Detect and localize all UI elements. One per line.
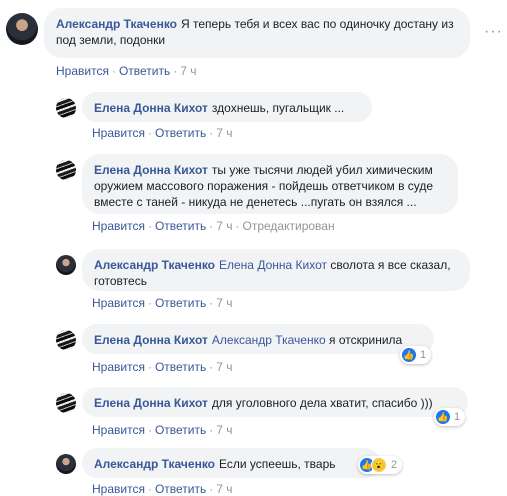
comment-bubble: Елена Донна Кихот Александр Ткаченко я от… (82, 324, 434, 354)
like-link[interactable]: Нравится (92, 482, 145, 496)
comment-timestamp[interactable]: 7 ч (216, 219, 232, 233)
reaction-count: 2 (391, 459, 398, 471)
comment-bubble: Александр Ткаченко Я теперь тебя и всех в… (44, 8, 470, 58)
comment-text: я отскринила (328, 333, 403, 347)
comment-actions: Нравится · Ответить · 7 ч (56, 64, 197, 78)
comment-author[interactable]: Елена Донна Кихот (94, 333, 208, 347)
comment-timestamp[interactable]: 7 ч (216, 126, 232, 140)
reaction-count: 1 (420, 349, 427, 361)
comment-author[interactable]: Александр Ткаченко (94, 258, 215, 272)
avatar[interactable] (56, 393, 76, 413)
reply-link[interactable]: Ответить (155, 219, 206, 233)
comment-timestamp[interactable]: 7 ч (216, 296, 232, 310)
comment-author[interactable]: Елена Донна Кихот (94, 101, 208, 115)
reply-link[interactable]: Ответить (155, 126, 206, 140)
comment-bubble: Александр Ткаченко Если успеешь, тварь (82, 448, 380, 478)
reply-link[interactable]: Ответить (155, 296, 206, 310)
like-link[interactable]: Нравится (56, 64, 109, 78)
comment-author[interactable]: Александр Ткаченко (94, 457, 215, 471)
avatar[interactable] (56, 160, 76, 180)
reaction-summary[interactable]: 👍 1 (400, 346, 432, 364)
comment-bubble: Елена Донна Кихот для уголовного дела хва… (82, 387, 468, 417)
mention-link[interactable]: Александр Ткаченко (212, 333, 326, 347)
comment-actions: Нравится · Ответить · 7 ч (92, 360, 233, 374)
comment-author[interactable]: Елена Донна Кихот (94, 396, 208, 410)
reaction-count: 1 (454, 411, 461, 423)
comment-text: для уголовного дела хватит, спасибо ))) (211, 396, 433, 410)
thumbs-up-icon: 👍 (402, 348, 416, 362)
comment-bubble: Елена Донна Кихот ты уже тысячи людей уби… (82, 154, 458, 214)
thumbs-up-icon: 👍 (436, 410, 450, 424)
like-link[interactable]: Нравится (92, 360, 145, 374)
comment-timestamp[interactable]: 7 ч (216, 423, 232, 437)
comment-actions: Нравится · Ответить · 7 ч (92, 296, 233, 310)
avatar[interactable] (56, 454, 76, 474)
edited-label[interactable]: Отредактирован (243, 219, 335, 233)
comment-author[interactable]: Александр Ткаченко (56, 17, 177, 31)
avatar[interactable] (6, 13, 38, 45)
comment-timestamp[interactable]: 7 ч (216, 360, 232, 374)
reply-link[interactable]: Ответить (155, 360, 206, 374)
avatar[interactable] (56, 98, 76, 118)
comment-timestamp[interactable]: 7 ч (180, 64, 196, 78)
like-link[interactable]: Нравится (92, 126, 145, 140)
like-link[interactable]: Нравится (92, 423, 145, 437)
comment-actions: Нравится · Ответить · 7 ч (92, 126, 233, 140)
comment-actions: Нравится · Ответить · 7 ч (92, 423, 233, 437)
reaction-summary[interactable]: 👍 1 (434, 408, 466, 426)
avatar[interactable] (56, 330, 76, 350)
like-link[interactable]: Нравится (92, 219, 145, 233)
avatar[interactable] (56, 255, 76, 275)
mention-link[interactable]: Елена Донна Кихот (219, 258, 327, 272)
comment-text: Если успеешь, тварь (219, 457, 336, 471)
wow-face-icon: 😮 (371, 457, 387, 473)
reply-link[interactable]: Ответить (155, 482, 206, 496)
comment-timestamp[interactable]: 7 ч (216, 482, 232, 496)
more-options-icon[interactable]: ··· (484, 24, 503, 40)
comment-bubble: Елена Донна Кихот здохнешь, пугальщик ... (82, 92, 372, 122)
comment-actions: Нравится · Ответить · 7 ч (92, 482, 233, 496)
reaction-summary[interactable]: 👍 😮 2 (358, 456, 403, 474)
comment-author[interactable]: Елена Донна Кихот (94, 163, 208, 177)
reply-link[interactable]: Ответить (155, 423, 206, 437)
like-link[interactable]: Нравится (92, 296, 145, 310)
reply-link[interactable]: Ответить (119, 64, 170, 78)
comment-bubble: Александр Ткаченко Елена Донна Кихот свол… (82, 249, 470, 291)
comment-text: здохнешь, пугальщик ... (211, 101, 345, 115)
comment-actions: Нравится · Ответить · 7 ч · Отредактирован (92, 219, 335, 233)
